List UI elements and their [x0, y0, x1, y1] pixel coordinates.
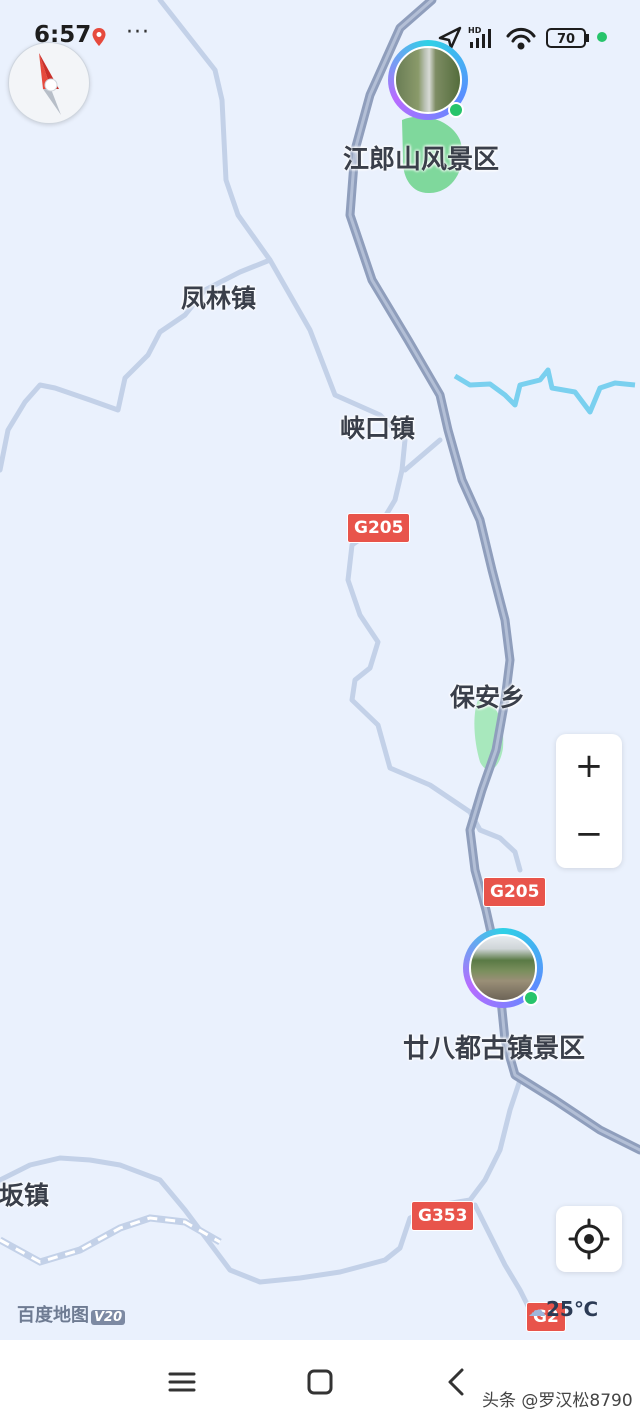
- system-nav-bar: 头条 @罗汉松8790: [0, 1340, 640, 1422]
- town-label-fenglin[interactable]: 凤林镇: [181, 279, 256, 315]
- status-bar: 6:57 ··· HD 70: [0, 0, 640, 76]
- road-shield-g205: G205: [347, 513, 411, 543]
- locate-me-button[interactable]: [556, 1206, 622, 1272]
- poi-photo-jianglangshan[interactable]: [388, 40, 468, 120]
- crosshair-icon: [568, 1218, 610, 1260]
- back-button[interactable]: [438, 1362, 478, 1402]
- poi-label-nianbadu[interactable]: 廿八都古镇景区: [403, 1028, 585, 1065]
- online-dot: [523, 990, 539, 1006]
- privacy-dot-icon: [597, 32, 607, 42]
- baidu-map-logo: 百度地图 V20: [17, 1301, 126, 1327]
- compass-icon: [39, 53, 61, 115]
- status-icons: HD 70: [438, 26, 607, 50]
- map-canvas[interactable]: [0, 0, 640, 1340]
- weather-widget[interactable]: ☁25℃: [528, 1297, 598, 1321]
- cloud-icon: ☁: [528, 1300, 546, 1321]
- brand-version: V20: [91, 1310, 126, 1325]
- poi-photo-nianbadu[interactable]: [463, 928, 543, 1008]
- menu-icon: [168, 1372, 196, 1392]
- poi-label-jianglangshan[interactable]: 江郎山风景区: [343, 139, 499, 176]
- home-icon: [307, 1369, 333, 1395]
- battery-icon: 70: [546, 28, 589, 48]
- zoom-in-button[interactable]: +: [556, 734, 622, 800]
- road-shield-g205: G205: [483, 877, 547, 907]
- menu-button[interactable]: [162, 1362, 202, 1402]
- wifi-icon: [506, 27, 536, 50]
- town-label-xiakou[interactable]: 峡口镇: [340, 409, 415, 445]
- temperature: 25℃: [546, 1297, 599, 1321]
- back-icon: [448, 1368, 464, 1396]
- town-label-baoan[interactable]: 保安乡: [450, 678, 525, 714]
- brand-name: 百度地图: [17, 1305, 89, 1326]
- svg-text:70: 70: [557, 32, 575, 47]
- town-label-partial[interactable]: 坂镇: [0, 1176, 49, 1212]
- home-button[interactable]: [300, 1362, 340, 1402]
- hd-icon: HD: [468, 26, 482, 35]
- watermark: 头条 @罗汉松8790: [482, 1391, 633, 1411]
- location-pin-icon: [92, 28, 106, 46]
- more-notifications-icon: ···: [126, 20, 150, 45]
- zoom-control: + −: [556, 734, 622, 868]
- compass-button[interactable]: [8, 42, 90, 124]
- road-shield-g353: G353: [411, 1201, 475, 1231]
- zoom-out-button[interactable]: −: [556, 802, 622, 868]
- online-dot: [448, 102, 464, 118]
